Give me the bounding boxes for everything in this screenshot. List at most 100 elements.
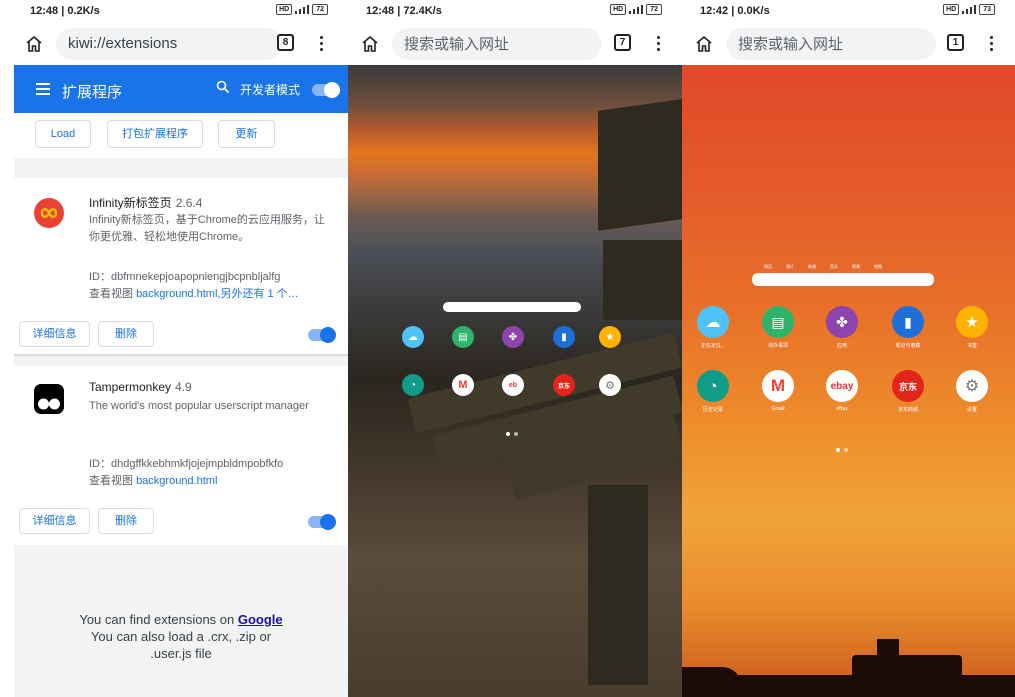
- tab-switcher-button[interactable]: 8: [277, 34, 294, 51]
- page-indicator: [836, 448, 848, 452]
- inspect-views: 查看视图 background.html,另外还有 1 个…: [89, 288, 299, 300]
- menu-icon[interactable]: [657, 36, 661, 54]
- weather-icon: ☁: [697, 306, 729, 338]
- search-input[interactable]: [752, 273, 934, 286]
- update-button[interactable]: 更新: [218, 120, 275, 148]
- extension-name: Tampermonkey 4.9: [89, 380, 192, 394]
- ebay-icon: ebay: [826, 370, 858, 402]
- app-ebay[interactable]: eb: [493, 374, 533, 396]
- extension-enable-toggle[interactable]: [308, 327, 336, 343]
- extension-description: The world's most popular userscript mana…: [89, 400, 309, 412]
- background-page-link[interactable]: background.html,另外还有 1 个…: [136, 288, 299, 300]
- notes-icon: ▮: [892, 306, 924, 338]
- url-input[interactable]: 搜索或输入网址: [392, 27, 602, 60]
- page-title: 扩展程序: [62, 84, 123, 101]
- app-label: 设置: [966, 407, 977, 413]
- extension-card-tampermonkey: Tampermonkey 4.9 The world's most popular…: [14, 366, 348, 544]
- app-ebay[interactable]: ebay eBay: [822, 370, 862, 412]
- apps-icon: ✤: [826, 306, 858, 338]
- google-link[interactable]: Google: [238, 612, 283, 627]
- background-page-link[interactable]: background.html: [136, 475, 217, 487]
- page-indicator: [506, 432, 518, 436]
- footer-text: You can also load a .crx, .zip or: [90, 629, 272, 644]
- battery-icon: 72: [646, 4, 662, 15]
- home-icon[interactable]: [360, 34, 380, 54]
- app-todo[interactable]: ▤ 待办事项: [758, 306, 798, 349]
- new-tab-panel-bench: 12:48 | 72.4K/s HD 72 搜索或输入网址 7 ☁ ▤ ✤ ▮ …: [348, 0, 682, 697]
- app-apps[interactable]: ✤ 应用: [822, 306, 862, 349]
- tab-switcher-button[interactable]: 7: [614, 34, 631, 51]
- app-jd[interactable]: 京东 京东商城: [888, 370, 928, 413]
- hd-badge: HD: [943, 4, 960, 15]
- url-input[interactable]: kiwi://extensions: [56, 27, 282, 60]
- app-weather[interactable]: ☁: [393, 326, 433, 348]
- remove-button[interactable]: 删除: [98, 321, 154, 347]
- hamburger-menu-icon[interactable]: [36, 83, 50, 98]
- app-label: 正在定位...: [700, 343, 726, 349]
- search-tab[interactable]: 网页: [764, 264, 772, 270]
- divider: [14, 158, 348, 178]
- bookmark-star-icon: ★: [956, 306, 988, 338]
- app-todo[interactable]: ▤: [443, 326, 483, 348]
- load-button[interactable]: Load: [35, 120, 91, 148]
- app-settings[interactable]: ⚙ 设置: [952, 370, 992, 413]
- search-tab[interactable]: 音乐: [830, 264, 838, 270]
- history-icon: ◔: [697, 370, 729, 402]
- todo-icon: ▤: [762, 306, 794, 338]
- developer-mode-label: 开发者模式: [240, 83, 301, 97]
- menu-icon[interactable]: [990, 36, 994, 54]
- app-history[interactable]: ◔: [393, 374, 433, 396]
- extensions-panel: 12:48 | 0.2K/s HD 72 kiwi://extensions 8…: [0, 0, 348, 697]
- search-tab[interactable]: 图片: [786, 264, 794, 270]
- hd-badge: HD: [276, 4, 293, 15]
- url-bar: kiwi://extensions 8: [0, 22, 348, 65]
- search-tab[interactable]: 地图: [874, 264, 882, 270]
- extension-enable-toggle[interactable]: [308, 514, 336, 530]
- status-time: 12:42 | 0.0K/s: [700, 5, 770, 17]
- app-jd[interactable]: 京东: [544, 374, 584, 396]
- app-history[interactable]: ◔ 历史记录: [693, 370, 733, 413]
- search-tab[interactable]: 视频: [852, 264, 860, 270]
- developer-mode-toggle[interactable]: [312, 82, 340, 98]
- app-label: 应用: [836, 343, 847, 349]
- app-gmail[interactable]: M: [443, 374, 483, 396]
- details-button[interactable]: 详细信息: [19, 508, 90, 534]
- home-icon[interactable]: [694, 34, 714, 54]
- divider: [14, 354, 348, 366]
- battery-icon: 73: [979, 4, 995, 15]
- pack-extension-button[interactable]: 打包扩展程序: [107, 120, 203, 148]
- extensions-footer: You can find extensions on Google You ca…: [14, 545, 348, 697]
- home-icon[interactable]: [24, 34, 44, 54]
- status-time: 12:48 | 0.2K/s: [30, 5, 100, 17]
- app-apps[interactable]: ✤: [493, 326, 533, 348]
- status-bar: 12:48 | 72.4K/s HD 72: [348, 0, 682, 22]
- app-bookmark[interactable]: ★: [590, 326, 630, 348]
- details-button[interactable]: 详细信息: [19, 321, 90, 347]
- app-settings[interactable]: ⚙: [590, 374, 630, 396]
- infinity-extension-icon: [34, 198, 64, 228]
- battery-icon: 72: [312, 4, 328, 15]
- status-bar: 12:42 | 0.0K/s HD 73: [682, 0, 1015, 22]
- app-gmail[interactable]: M Gmail: [758, 370, 798, 412]
- hd-badge: HD: [610, 4, 627, 15]
- app-label: 笔记与收藏: [895, 343, 921, 349]
- search-input[interactable]: [443, 302, 581, 312]
- app-notes[interactable]: ▮: [544, 326, 584, 348]
- signal-icon: [295, 5, 310, 14]
- search-tab[interactable]: 新闻: [808, 264, 816, 270]
- app-label: Gmail: [771, 406, 785, 412]
- app-label: 书签: [966, 343, 977, 349]
- url-input[interactable]: 搜索或输入网址: [726, 27, 936, 60]
- tab-switcher-button[interactable]: 1: [947, 34, 964, 51]
- gmail-icon: M: [762, 370, 794, 402]
- settings-icon: ⚙: [956, 370, 988, 402]
- footer-text: .user.js file: [150, 646, 212, 661]
- app-bookmark[interactable]: ★ 书签: [952, 306, 992, 349]
- signal-icon: [629, 5, 644, 14]
- jd-icon: 京东: [892, 370, 924, 402]
- menu-icon[interactable]: [320, 36, 324, 54]
- app-notes[interactable]: ▮ 笔记与收藏: [888, 306, 928, 349]
- app-weather[interactable]: ☁ 正在定位...: [693, 306, 733, 349]
- search-icon[interactable]: [216, 80, 230, 94]
- remove-button[interactable]: 删除: [98, 508, 154, 534]
